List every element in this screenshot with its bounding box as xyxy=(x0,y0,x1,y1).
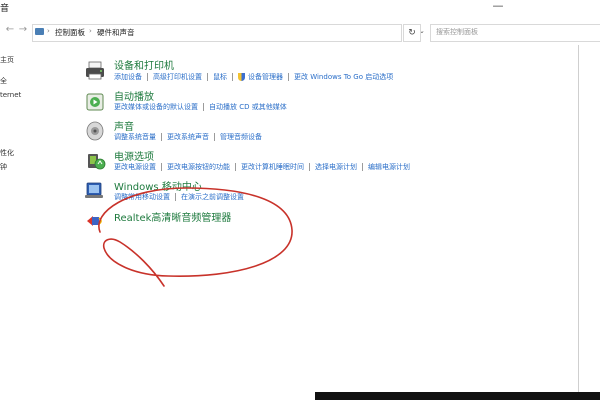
annotation-ring xyxy=(98,187,293,287)
